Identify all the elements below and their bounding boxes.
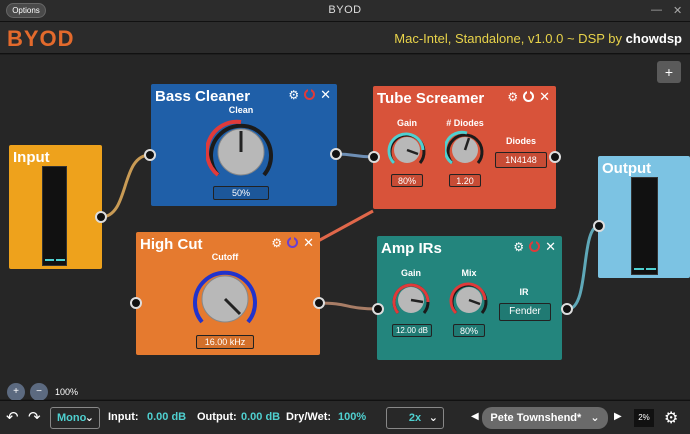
app-header: BYOD Mac-Intel, Standalone, v1.0.0 ~ DSP… <box>0 22 690 54</box>
zoom-in-button[interactable]: + <box>7 383 25 401</box>
param-label-mix: Mix <box>461 268 477 278</box>
bass-cleaner-module[interactable]: Bass Cleaner ⚙ ✕ Clean 50% <box>151 84 337 206</box>
param-label-ir: IR <box>519 287 529 297</box>
mode-label: Mono <box>57 412 87 424</box>
cpu-meter: 2% <box>634 409 654 427</box>
cutoff-value[interactable]: 16.00 kHz <box>196 335 254 349</box>
param-label-diode-type: Diodes <box>505 136 536 146</box>
cutoff-knob[interactable] <box>190 264 260 334</box>
footer-bar: ↶ ↷ Mono ⌄ Input: 0.00 dB Output: 0.00 d… <box>0 400 690 434</box>
drywet-value[interactable]: 100% <box>338 411 366 423</box>
gear-icon[interactable]: ⚙ <box>288 88 299 102</box>
close-icon[interactable]: ✕ <box>303 236 314 250</box>
gear-icon[interactable]: ⚙ <box>513 240 524 254</box>
close-icon[interactable]: ✕ <box>320 88 331 102</box>
mono-stereo-dropdown[interactable]: Mono ⌄ <box>50 407 100 429</box>
preset-selector[interactable]: Pete Townshend* ⌄ <box>482 407 608 429</box>
clean-knob[interactable] <box>206 117 276 187</box>
close-icon[interactable]: ✕ <box>539 90 550 104</box>
amp-gain-value[interactable]: 12.00 dB <box>392 324 432 337</box>
module-title: Bass Cleaner <box>155 88 251 105</box>
preset-next-icon[interactable]: ▶ <box>614 411 622 422</box>
zoom-out-button[interactable]: − <box>30 383 48 401</box>
meter-level-left <box>45 259 54 261</box>
oversampling-label: 2x <box>408 412 422 424</box>
clean-value[interactable]: 50% <box>213 186 269 200</box>
gear-icon[interactable]: ⚙ <box>271 236 282 250</box>
meter-level-right <box>646 268 656 270</box>
module-title: Tube Screamer <box>377 90 485 107</box>
author-text: chowdsp <box>625 31 682 46</box>
diodes-knob[interactable] <box>445 130 485 170</box>
chevron-down-icon: ⌄ <box>84 412 94 424</box>
drywet-label: Dry/Wet: <box>286 411 332 423</box>
input-module[interactable]: Input <box>9 145 102 269</box>
input-out-port[interactable] <box>95 211 107 223</box>
param-label-cutoff: Cutoff <box>211 252 239 262</box>
param-label-gain: Gain <box>396 118 417 128</box>
gain-knob[interactable] <box>387 130 427 170</box>
amp-irs-in-port[interactable] <box>372 303 384 315</box>
param-label-clean: Clean <box>228 105 254 115</box>
gain-value[interactable]: 80% <box>391 174 423 187</box>
chevron-down-icon: ⌄ <box>590 412 600 424</box>
output-gain-value[interactable]: 0.00 dB <box>241 411 280 423</box>
window-titlebar: Options BYOD — ✕ <box>0 0 690 22</box>
chevron-down-icon: ⌄ <box>428 412 438 424</box>
tube-screamer-in-port[interactable] <box>368 151 380 163</box>
settings-gear-icon[interactable]: ⚙ <box>664 408 678 428</box>
tube-screamer-out-port[interactable] <box>549 151 561 163</box>
mix-value[interactable]: 80% <box>453 324 485 337</box>
high-cut-module[interactable]: High Cut ⚙ ✕ Cutoff 16.00 kHz <box>136 232 320 355</box>
module-title: Amp IRs <box>381 240 442 257</box>
app-logo: BYOD <box>7 26 75 51</box>
version-info: Mac-Intel, Standalone, v1.0.0 ~ DSP by c… <box>394 31 682 46</box>
amp-irs-module[interactable]: Amp IRs ⚙ ✕ Gain 12.00 dB Mix 80% IR Fen… <box>377 236 562 360</box>
meter-level-right <box>56 259 65 261</box>
redo-icon[interactable]: ↷ <box>28 408 41 426</box>
gear-icon[interactable]: ⚙ <box>507 90 518 104</box>
undo-icon[interactable]: ↶ <box>6 408 19 426</box>
output-module[interactable]: Output <box>598 156 690 278</box>
close-icon[interactable]: ✕ <box>545 240 556 254</box>
oversampling-dropdown[interactable]: 2x ⌄ <box>386 407 444 429</box>
bass-cleaner-in-port[interactable] <box>144 149 156 161</box>
minimize-button[interactable]: — <box>651 4 662 16</box>
module-title: Output <box>602 160 652 177</box>
module-title: Input <box>13 149 50 166</box>
output-in-port[interactable] <box>593 220 605 232</box>
high-cut-in-port[interactable] <box>130 297 142 309</box>
diodes-value[interactable]: 1.20 <box>449 174 481 187</box>
input-level-meter <box>42 166 67 266</box>
diode-type-selector[interactable]: 1N4148 <box>495 152 547 168</box>
close-window-button[interactable]: ✕ <box>673 4 682 17</box>
param-label-diodes: # Diodes <box>446 118 484 128</box>
bass-cleaner-out-port[interactable] <box>330 148 342 160</box>
high-cut-out-port[interactable] <box>313 297 325 309</box>
signal-chain-board <box>0 55 690 399</box>
amp-gain-knob[interactable] <box>391 280 431 320</box>
power-icon[interactable] <box>287 235 299 248</box>
module-title: High Cut <box>140 236 203 253</box>
meter-level-left <box>634 268 644 270</box>
ir-selector[interactable]: Fender <box>499 303 551 321</box>
output-gain-label: Output: <box>197 411 237 423</box>
window-title: BYOD <box>328 4 362 16</box>
zoom-level: 100% <box>55 387 79 397</box>
power-icon[interactable] <box>304 87 316 100</box>
preset-prev-icon[interactable]: ◀ <box>471 411 479 422</box>
output-level-meter <box>631 177 658 275</box>
mix-knob[interactable] <box>449 280 489 320</box>
amp-irs-out-port[interactable] <box>561 303 573 315</box>
input-gain-value[interactable]: 0.00 dB <box>147 411 186 423</box>
add-module-button[interactable]: + <box>657 61 681 83</box>
tube-screamer-module[interactable]: Tube Screamer ⚙ ✕ Gain 80% # Diodes 1.20… <box>373 86 556 209</box>
param-label-gain: Gain <box>400 268 421 278</box>
version-text: Mac-Intel, Standalone, v1.0.0 ~ DSP by <box>394 31 623 46</box>
power-icon[interactable] <box>523 89 535 102</box>
power-icon[interactable] <box>529 239 541 252</box>
input-gain-label: Input: <box>108 411 139 423</box>
preset-name: Pete Townshend* <box>490 412 582 424</box>
